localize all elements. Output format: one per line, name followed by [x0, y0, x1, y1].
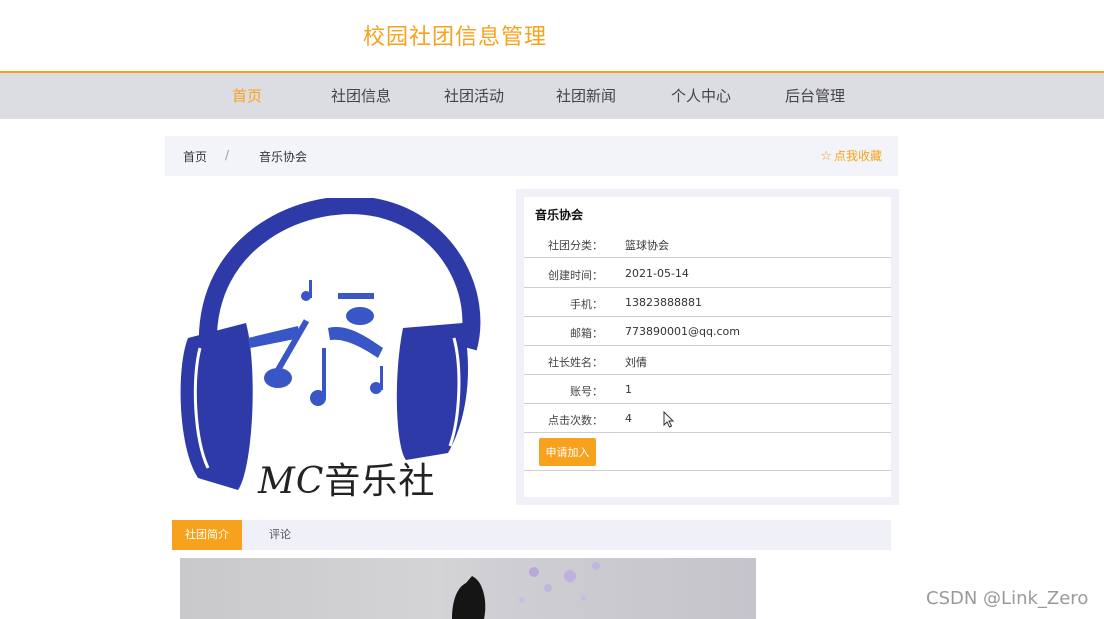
info-label: 邮箱： [570, 327, 603, 340]
info-value: 1 [625, 383, 632, 396]
intro-photo [180, 558, 756, 619]
nav-item-club-news[interactable]: 社团新闻 [556, 73, 616, 119]
breadcrumb: 首页 / 音乐协会 ☆ 点我收藏 [165, 136, 898, 176]
join-button[interactable]: 申请加入 [539, 438, 596, 466]
tab-bar: 社团简介 评论 [172, 520, 891, 550]
info-row-phone: 手机： 13823888881 [524, 287, 891, 317]
info-row-category: 社团分类： 篮球协会 [524, 228, 891, 258]
main-nav: 首页 社团信息 社团活动 社团新闻 个人中心 后台管理 [0, 71, 1104, 119]
logo-text: MC音乐社 [258, 452, 435, 504]
info-value: 刘倩 [625, 356, 647, 369]
favorite-label: 点我收藏 [833, 149, 882, 163]
info-value: 773890001@qq.com [625, 325, 740, 338]
favorite-button[interactable]: ☆ 点我收藏 [820, 147, 882, 164]
tab-club-intro[interactable]: 社团简介 [172, 520, 242, 550]
logo-text-latin: MC [258, 461, 325, 502]
info-value: 2021-05-14 [625, 267, 689, 280]
logo-text-cn: 音乐社 [324, 461, 436, 502]
mouse-cursor-icon [663, 411, 675, 428]
info-value: 4 [625, 412, 632, 425]
breadcrumb-home[interactable]: 首页 [183, 148, 207, 165]
club-name: 音乐协会 [535, 208, 584, 222]
info-label: 点击次数： [548, 414, 603, 427]
info-row-clicks: 点击次数： 4 [524, 403, 891, 433]
info-row-president: 社长姓名： 刘倩 [524, 345, 891, 375]
watermark: CSDN @Link_Zero [926, 588, 1089, 609]
site-title: 校园社团信息管理 [363, 25, 548, 50]
club-info-card: 音乐协会 社团分类： 篮球协会 创建时间： 2021-05-14 手机： 138… [524, 197, 891, 497]
breadcrumb-separator: / [225, 148, 230, 162]
info-label: 手机： [570, 298, 603, 311]
intro-photo-graphic [452, 562, 600, 619]
info-label: 创建时间： [548, 269, 603, 282]
breadcrumb-current: 音乐协会 [259, 150, 308, 164]
divider [524, 470, 891, 471]
info-value: 篮球协会 [625, 239, 669, 252]
tab-comments[interactable]: 评论 [252, 520, 308, 550]
info-value: 13823888881 [625, 296, 702, 309]
info-row-account: 账号： 1 [524, 374, 891, 404]
info-label: 社长姓名： [548, 356, 603, 369]
nav-item-admin[interactable]: 后台管理 [785, 73, 845, 119]
nav-item-home[interactable]: 首页 [232, 73, 262, 119]
star-outline-icon: ☆ [820, 149, 832, 164]
info-label: 账号： [570, 385, 603, 398]
info-row-created: 创建时间： 2021-05-14 [524, 258, 891, 288]
nav-item-club-activities[interactable]: 社团活动 [444, 73, 504, 119]
info-label: 社团分类： [548, 239, 603, 252]
nav-item-club-info[interactable]: 社团信息 [331, 73, 391, 119]
info-row-email: 邮箱： 773890001@qq.com [524, 316, 891, 346]
nav-item-personal-center[interactable]: 个人中心 [671, 73, 731, 119]
